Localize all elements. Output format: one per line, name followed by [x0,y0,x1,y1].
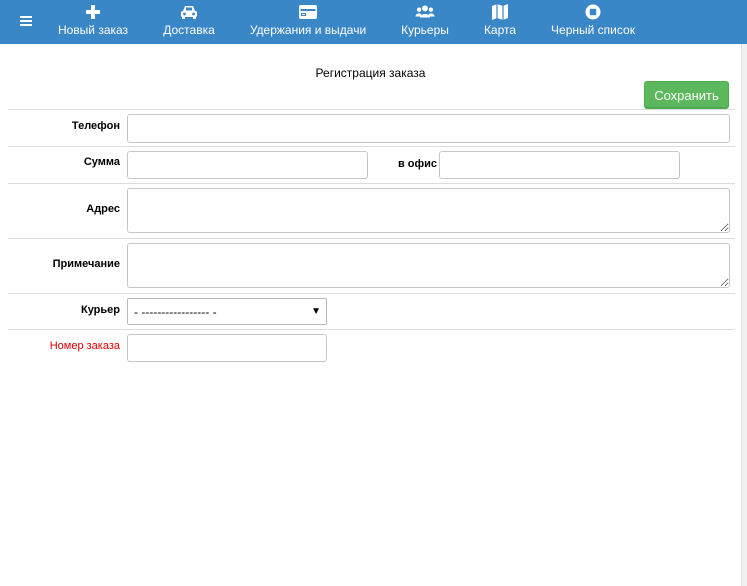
nav-item-blacklist[interactable]: Черный список [546,0,640,44]
courier-select[interactable]: - ----------------- - ▼ [127,298,327,325]
courier-selected-value: - ----------------- - [134,305,217,319]
plus-icon [86,5,100,19]
nav-item-couriers[interactable]: Курьеры [397,0,453,44]
order-number-input[interactable] [127,334,327,362]
office-input[interactable] [439,151,680,179]
divider [8,146,735,147]
nav-item-label: Курьеры [401,23,449,37]
address-label: Адрес [86,203,120,215]
nav-item-new-order[interactable]: Новый заказ [54,0,132,44]
users-icon [415,5,435,18]
order-number-label: Номер заказа [49,340,120,352]
divider [8,109,735,110]
scrollbar[interactable] [741,44,747,586]
map-icon [492,4,508,20]
phone-label: Телефон [71,120,120,132]
top-navbar: Новый заказ Доставка Удержания и выдачи [0,0,747,44]
divider [8,293,735,294]
phone-input[interactable] [127,114,730,143]
save-button[interactable]: Сохранить [644,81,729,109]
nav-item-delivery[interactable]: Доставка [158,0,220,44]
divider [8,183,735,184]
nav-item-label: Карта [483,23,517,37]
nav-item-label: Новый заказ [57,23,129,37]
car-icon [181,6,197,19]
address-textarea[interactable] [127,188,730,233]
credit-card-icon [299,5,317,19]
hamburger-icon[interactable] [18,10,36,30]
divider [8,238,735,239]
divider [8,329,735,330]
nav-item-label: Удержания и выдачи [249,23,367,37]
stop-icon [585,4,601,20]
nav-item-label: Доставка [163,23,215,37]
courier-label: Курьер [80,304,120,316]
nav-item-map[interactable]: Карта [480,0,520,44]
note-label: Примечание [52,258,120,270]
note-textarea[interactable] [127,243,730,288]
office-label: в офис [397,158,437,170]
nav-item-label: Черный список [551,23,635,37]
sum-label: Сумма [83,156,120,168]
caret-down-icon: ▼ [311,306,321,317]
page-title: Регистрация заказа [315,66,426,80]
nav-item-holds-payouts[interactable]: Удержания и выдачи [245,0,371,44]
